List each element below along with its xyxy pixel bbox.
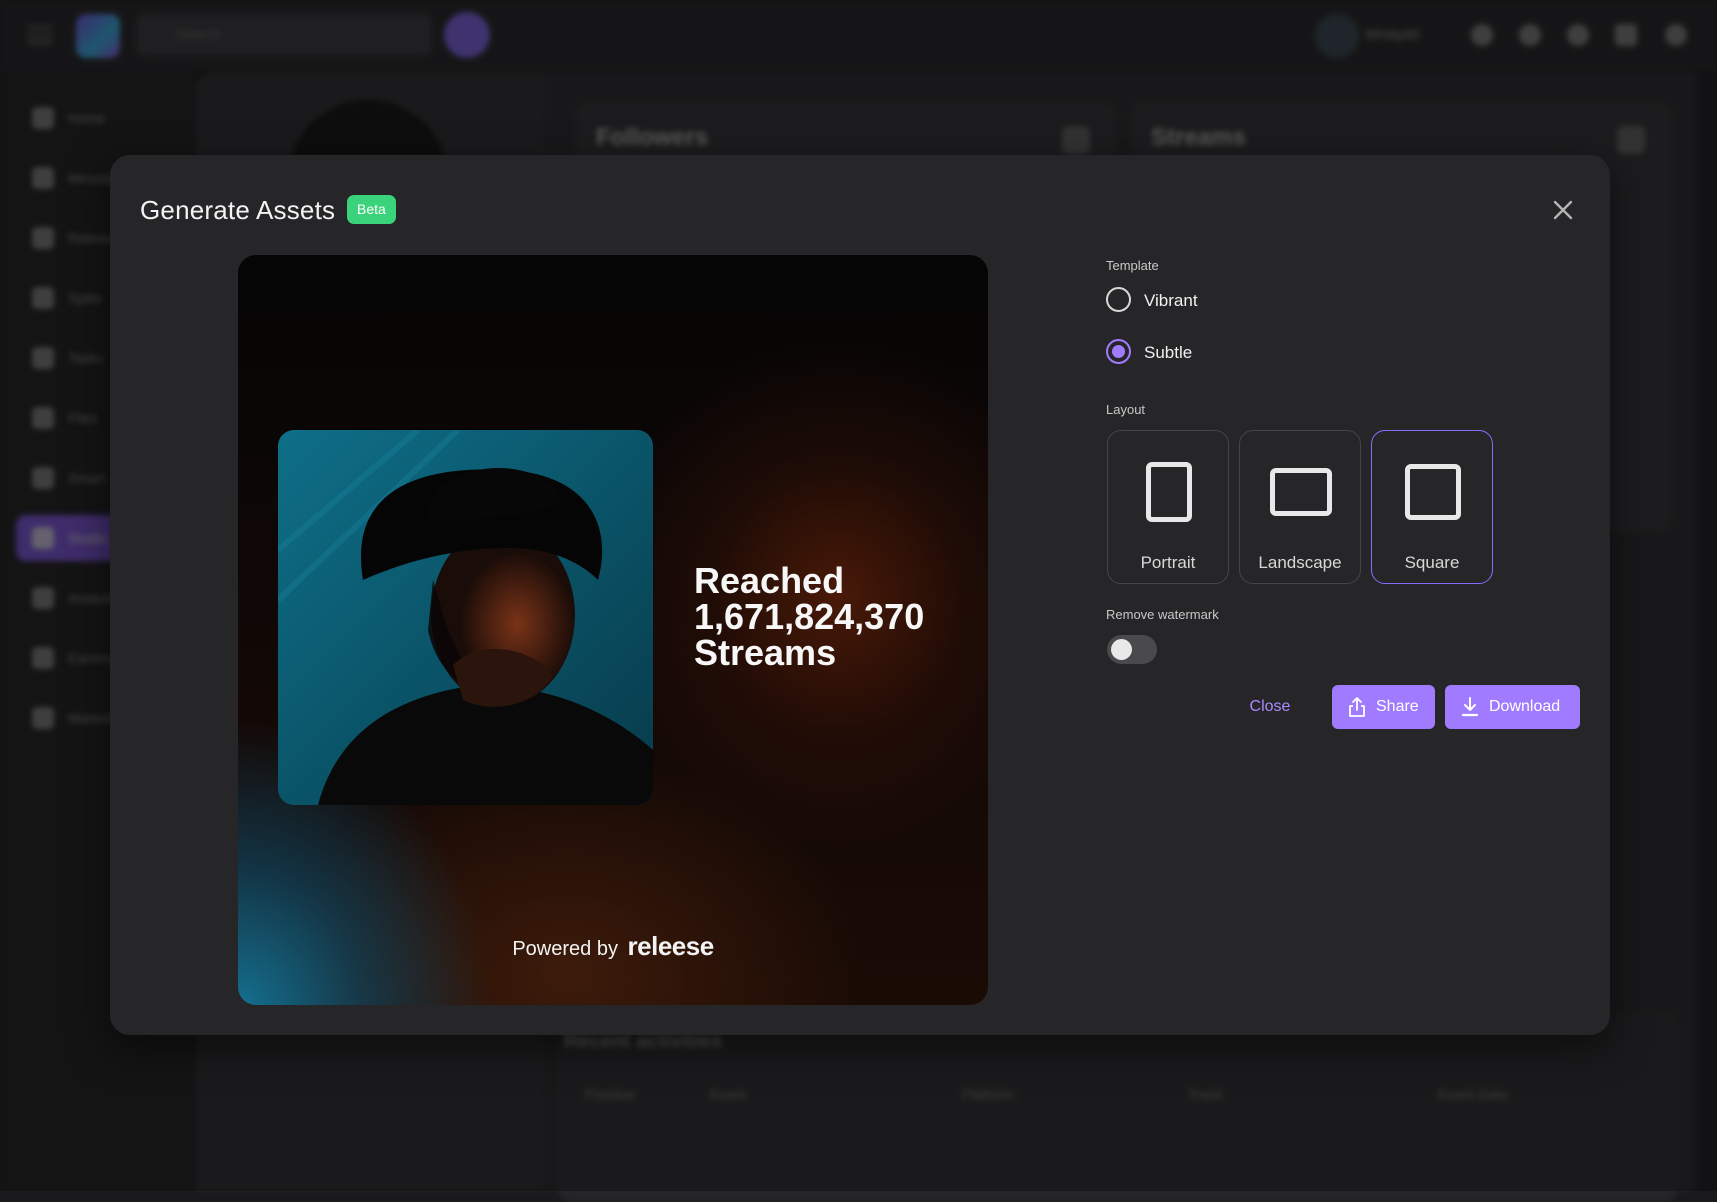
layout-option-portrait[interactable]: Portrait	[1107, 430, 1229, 584]
portrait-icon	[1146, 462, 1192, 522]
generate-assets-modal: Generate Assets Beta Reached 1,671,824,3…	[110, 155, 1610, 1035]
powered-by: Powered by releese	[238, 931, 988, 962]
share-label: Share	[1376, 698, 1419, 715]
landscape-icon	[1270, 468, 1332, 516]
layout-option-square[interactable]: Square	[1371, 430, 1493, 584]
radio-button[interactable]	[1106, 339, 1131, 364]
milestone-count: 1,671,824,370	[694, 596, 925, 637]
download-label: Download	[1489, 698, 1561, 715]
download-icon	[1461, 697, 1479, 717]
layout-option-label: Landscape	[1258, 553, 1342, 572]
modal-title: Generate Assets	[140, 195, 336, 225]
layout-option-label: Portrait	[1140, 553, 1196, 572]
radio-label: Vibrant	[1144, 291, 1198, 310]
radio-label: Subtle	[1144, 343, 1193, 362]
remove-watermark-label: Remove watermark	[1106, 607, 1219, 622]
layout-option-label: Square	[1404, 553, 1460, 572]
milestone-line-1: Reached	[694, 560, 845, 601]
beta-badge: Beta	[347, 195, 396, 224]
square-icon	[1405, 464, 1461, 520]
download-button[interactable]: Download	[1445, 685, 1580, 729]
radio-button[interactable]	[1106, 287, 1131, 312]
layout-label: Layout	[1106, 402, 1146, 417]
remove-watermark-toggle[interactable]	[1107, 635, 1157, 664]
layout-option-landscape[interactable]: Landscape	[1239, 430, 1361, 584]
close-button[interactable]: Close	[1240, 685, 1300, 729]
toggle-knob	[1111, 639, 1132, 660]
share-icon	[1349, 697, 1365, 717]
releese-logo: releese	[627, 931, 715, 961]
close-icon[interactable]	[1546, 193, 1580, 227]
template-label: Template	[1106, 258, 1159, 273]
share-button[interactable]: Share	[1332, 685, 1435, 729]
asset-preview: Reached 1,671,824,370 Streams Powered by…	[238, 255, 988, 1005]
template-option-vibrant[interactable]: Vibrant	[1106, 285, 1216, 315]
milestone-line-3: Streams	[694, 632, 837, 673]
milestone-text: Reached 1,671,824,370 Streams	[694, 563, 974, 671]
powered-by-prefix: Powered by	[512, 938, 618, 960]
template-option-subtle[interactable]: Subtle	[1106, 337, 1216, 367]
artist-photo	[278, 430, 653, 805]
